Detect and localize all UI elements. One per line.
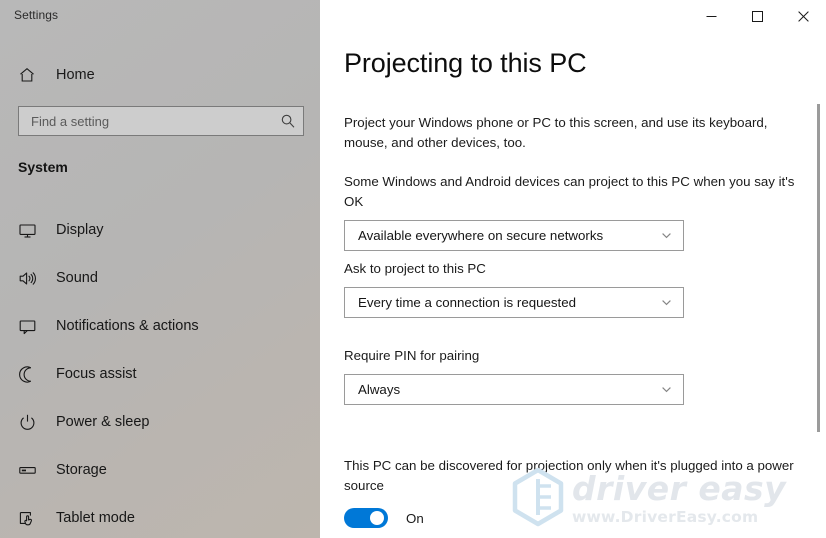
search-box[interactable]: [18, 106, 304, 136]
projection-availability-value: Available everywhere on secure networks: [358, 228, 604, 243]
sidebar-item-notifications-label: Notifications & actions: [56, 318, 199, 334]
minimize-icon: [706, 15, 716, 17]
sidebar-item-home-label: Home: [56, 67, 95, 83]
chevron-down-icon: [660, 383, 673, 396]
speaker-icon: [18, 269, 44, 288]
tablet-hand-icon: [18, 509, 44, 528]
require-pin-dropdown[interactable]: Always: [344, 374, 684, 405]
power-icon: [18, 413, 44, 432]
moon-icon: [18, 365, 44, 384]
ask-to-project-group: Ask to project to this PC Every time a c…: [344, 259, 796, 318]
sidebar-item-sound-label: Sound: [56, 270, 98, 286]
sidebar-item-storage-label: Storage: [56, 462, 107, 478]
require-pin-group: Require PIN for pairing Always: [344, 346, 796, 405]
chevron-down-icon: [660, 229, 673, 242]
window-controls: [688, 0, 826, 32]
sidebar-item-power-sleep[interactable]: Power & sleep: [0, 398, 320, 446]
require-pin-value: Always: [358, 382, 401, 397]
sidebar-nav-list: Display Sound Notifications & actions Fo…: [0, 206, 320, 538]
sidebar-item-notifications[interactable]: Notifications & actions: [0, 302, 320, 350]
page-title: Projecting to this PC: [344, 48, 587, 78]
window-title: Settings: [14, 8, 59, 22]
monitor-icon: [18, 221, 44, 240]
sidebar-section-title: System: [18, 159, 68, 175]
sidebar-item-tablet-mode[interactable]: Tablet mode: [0, 494, 320, 538]
sidebar-item-power-sleep-label: Power & sleep: [56, 414, 150, 430]
sidebar-item-storage[interactable]: Storage: [0, 446, 320, 494]
power-source-label: This PC can be discovered for projection…: [344, 458, 794, 493]
content-pane: Projecting to this PC Project your Windo…: [320, 0, 826, 538]
power-source-toggle[interactable]: [344, 508, 388, 528]
projection-availability-label: Some Windows and Android devices can pro…: [344, 174, 795, 209]
sidebar-item-sound[interactable]: Sound: [0, 254, 320, 302]
sidebar-item-focus-assist-label: Focus assist: [56, 366, 137, 382]
sidebar-item-home[interactable]: Home: [0, 60, 320, 90]
ask-to-project-label: Ask to project to this PC: [344, 261, 486, 276]
sidebar: Home System Displ: [0, 0, 320, 538]
minimize-button[interactable]: [688, 0, 734, 32]
chevron-down-icon: [660, 296, 673, 309]
home-icon: [18, 66, 42, 84]
ask-to-project-value: Every time a connection is requested: [358, 295, 577, 310]
content-scrollbar[interactable]: [817, 104, 820, 432]
toggle-knob: [370, 511, 384, 525]
search-input[interactable]: [19, 113, 273, 129]
sidebar-item-tablet-mode-label: Tablet mode: [56, 510, 135, 526]
maximize-button[interactable]: [734, 0, 780, 32]
ask-to-project-dropdown[interactable]: Every time a connection is requested: [344, 287, 684, 318]
speech-bubble-icon: [18, 317, 44, 336]
power-source-toggle-row: On: [344, 508, 796, 528]
power-source-group: This PC can be discovered for projection…: [344, 456, 796, 528]
intro-text: Project your Windows phone or PC to this…: [344, 115, 768, 150]
projection-availability-dropdown[interactable]: Available everywhere on secure networks: [344, 220, 684, 251]
close-button[interactable]: [780, 0, 826, 32]
title-bar: Settings: [0, 0, 826, 32]
sidebar-item-display[interactable]: Display: [0, 206, 320, 254]
projection-availability-group: Some Windows and Android devices can pro…: [344, 172, 796, 251]
sidebar-item-focus-assist[interactable]: Focus assist: [0, 350, 320, 398]
settings-window: Home System Displ: [0, 0, 826, 538]
search-icon: [273, 113, 303, 129]
sidebar-item-display-label: Display: [56, 222, 104, 238]
require-pin-label: Require PIN for pairing: [344, 348, 480, 363]
close-icon: [797, 10, 809, 22]
power-source-toggle-state: On: [406, 510, 424, 526]
drive-icon: [18, 461, 44, 480]
maximize-icon: [751, 10, 763, 22]
